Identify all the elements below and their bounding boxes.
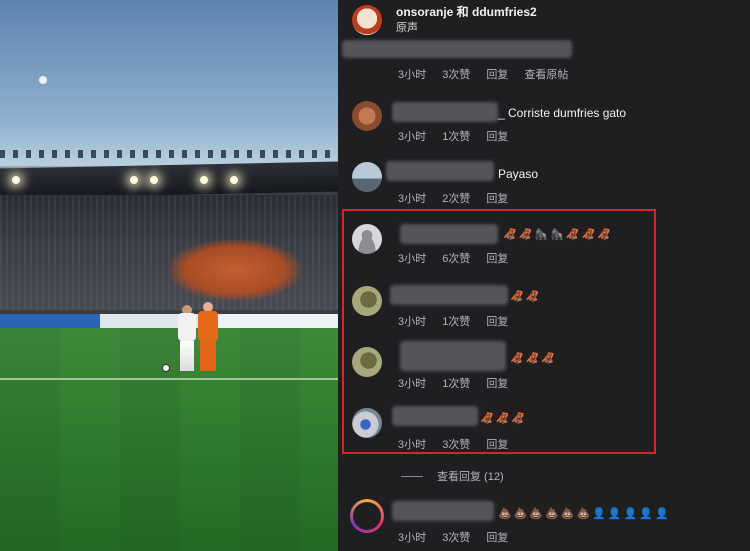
comment-time: 3小时 <box>398 532 427 544</box>
emoji-reaction: 🦧🦧🦍🦍🦧🦧🦧 <box>503 228 613 241</box>
blurred-username <box>392 501 494 521</box>
emoji-reaction: 💩💩💩💩💩💩👤👤👤👤👤 <box>498 507 671 520</box>
like-count[interactable]: 2次赞 <box>442 193 470 205</box>
reply-button[interactable]: 回复 <box>486 532 508 544</box>
commenter-avatar[interactable] <box>352 101 382 131</box>
comments-panel: onsoranje 和 ddumfries2 原声 3小时 3次赞 回复 查看原… <box>338 0 750 551</box>
player-orange <box>196 302 222 372</box>
reply-button[interactable]: 回复 <box>486 69 508 81</box>
view-replies-label: 查看回复 (12) <box>437 471 504 483</box>
comment-time: 3小时 <box>398 253 427 265</box>
blurred-comment-text <box>342 40 572 58</box>
like-count[interactable]: 6次赞 <box>442 253 470 265</box>
reply-button[interactable]: 回复 <box>486 131 508 143</box>
orange-fans <box>170 240 300 300</box>
emoji-reaction: 🦧🦧 <box>510 290 542 303</box>
comment-meta: 3小时 2次赞 回复 <box>398 190 521 206</box>
comment-time: 3小时 <box>398 131 427 143</box>
ad-board <box>0 314 338 328</box>
bunting-flags <box>0 150 338 158</box>
comment-meta: 3小时 1次赞 回复 <box>398 128 521 144</box>
video-player[interactable] <box>0 0 338 551</box>
header-names[interactable]: onsoranje 和 ddumfries2 <box>396 3 537 20</box>
like-count[interactable]: 3次赞 <box>442 69 470 81</box>
comment-meta: 3小时 3次赞 回复 <box>398 529 521 545</box>
pitch-line <box>0 378 338 380</box>
like-count[interactable]: 3次赞 <box>442 439 470 451</box>
comment-time: 3小时 <box>398 378 427 390</box>
header-subtitle: 原声 <box>396 22 418 34</box>
story-ring-avatar[interactable] <box>350 499 384 533</box>
author-avatar[interactable] <box>352 5 382 35</box>
comment-meta: 3小时 1次赞 回复 <box>398 375 521 391</box>
divider <box>401 475 423 477</box>
reply-button[interactable]: 回复 <box>486 378 508 390</box>
comment-text: Payaso <box>498 167 539 181</box>
commenter-avatar[interactable] <box>352 286 382 316</box>
commenter-avatar[interactable] <box>352 408 382 438</box>
reply-button[interactable]: 回复 <box>486 316 508 328</box>
reply-button[interactable]: 回复 <box>486 193 508 205</box>
commenter-avatar[interactable] <box>352 162 382 192</box>
blurred-username <box>390 285 508 305</box>
football <box>162 364 170 372</box>
blurred-username <box>392 102 498 122</box>
like-count[interactable]: 3次赞 <box>442 532 470 544</box>
like-count[interactable]: 1次赞 <box>442 378 470 390</box>
reply-button[interactable]: 回复 <box>486 439 508 451</box>
commenter-avatar[interactable] <box>352 347 382 377</box>
comment-time: 3小时 <box>398 193 427 205</box>
like-count[interactable]: 1次赞 <box>442 316 470 328</box>
like-count[interactable]: 1次赞 <box>442 131 470 143</box>
blurred-username <box>386 161 494 181</box>
moon <box>39 76 47 84</box>
blurred-username <box>400 341 506 371</box>
comment-time: 3小时 <box>398 439 427 451</box>
football-pitch <box>0 328 338 551</box>
stadium-lights <box>0 176 338 186</box>
comment-text: _ Corriste dumfries gato <box>498 106 627 120</box>
emoji-reaction: 🦧🦧🦧 <box>510 352 558 365</box>
view-replies-button[interactable]: 查看回复 (12) <box>401 468 504 484</box>
comment-meta: 3小时 6次赞 回复 <box>398 250 521 266</box>
comment-meta: 3小时 1次赞 回复 <box>398 313 521 329</box>
default-avatar[interactable] <box>352 224 382 254</box>
emoji-reaction: 🦧🦧🦧 <box>480 412 528 425</box>
view-original-button[interactable]: 查看原帖 <box>524 69 568 81</box>
comment-time: 3小时 <box>398 69 427 81</box>
reply-button[interactable]: 回复 <box>486 253 508 265</box>
blurred-username <box>392 406 478 426</box>
comment-time: 3小时 <box>398 316 427 328</box>
comment-meta: 3小时 3次赞 回复 查看原帖 <box>398 66 581 82</box>
comment-meta: 3小时 3次赞 回复 <box>398 436 521 452</box>
blurred-username <box>400 224 498 244</box>
